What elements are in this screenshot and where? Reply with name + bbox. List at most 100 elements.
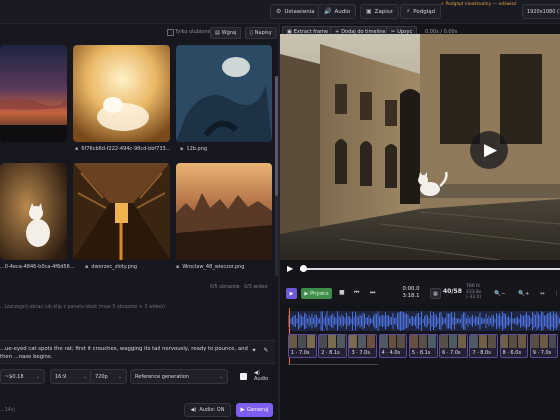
timeline-clip[interactable]: 9 · 7.0s [529, 334, 559, 358]
media-thumb-5[interactable] [73, 163, 170, 260]
audio-on-button[interactable]: ◀) Audio: ON [184, 403, 231, 417]
play-icon: ▶ [483, 140, 498, 160]
skip-forward-icon[interactable]: ⏭ [370, 289, 375, 297]
clip-thumbnail [388, 335, 398, 348]
video-play-button[interactable]: ▶ [470, 131, 508, 169]
image-icon: ▤ [215, 30, 220, 36]
enhance-icon[interactable]: ✦ [249, 345, 259, 355]
preview-button[interactable]: ⚡ Podgląd [400, 4, 442, 19]
footer-left-text: ...34s) [0, 408, 16, 413]
clip-thumbnails [470, 335, 498, 348]
timeline-clip[interactable]: 4 · 4.0s [378, 334, 408, 358]
timeline-clip[interactable]: 6 · 7.0s [439, 334, 468, 358]
timeline-clip[interactable]: 1 · 7.0s [288, 334, 317, 358]
clip-thumbnails [409, 335, 437, 348]
aspect-select[interactable]: 16:9 ⌄ [50, 369, 92, 384]
timecode: 0:00.0 3:18.1 [402, 286, 420, 299]
clip-thumbnail [289, 335, 298, 348]
clip-label: 4 · 4.0s [381, 350, 401, 356]
more-icon[interactable]: ⋮ [554, 288, 560, 299]
clip-thumbnail [379, 335, 389, 348]
image-icon: ▪ [85, 264, 89, 270]
prompt-text[interactable]: ...ue-eyed cat spots the rat; first it c… [0, 345, 250, 361]
clip-thumbnail [440, 335, 450, 348]
media-caption-4: ...0-4eca-4846-b0ca-4f6d56... [0, 264, 75, 270]
audio-checkbox[interactable] [240, 373, 247, 380]
clip-thumbnails [319, 335, 346, 348]
media-thumb-6[interactable] [176, 163, 272, 260]
timeline-clip[interactable]: 5 · 8.1s [408, 334, 438, 358]
mode-select[interactable]: Reference generation ⌄ [130, 369, 228, 384]
upload-button[interactable]: ▤ Wgraj [210, 27, 242, 39]
timeline-play-button[interactable]: ▶ [286, 288, 297, 299]
video-preview[interactable] [280, 34, 560, 260]
chevron-down-icon: ⌄ [82, 373, 87, 380]
clip-thumbnails [379, 335, 407, 348]
audio-toggle-label: ◀) Audio [254, 370, 269, 382]
clip-thumbnail [470, 335, 480, 348]
timeline-clip[interactable]: 7 · 8.0s [469, 334, 499, 358]
reference-hint: ...(zaczęgn) obraz lub klip z panelu obo… [0, 305, 165, 310]
clip-thumbnail [306, 335, 316, 348]
save-button[interactable]: ▣ Zapisz [360, 4, 399, 19]
speaker-icon: ◀) [190, 407, 197, 413]
edit-icon[interactable]: ✎ [261, 345, 271, 355]
timeline-scrollbar[interactable] [288, 364, 378, 365]
timeline-clips: 1 · 7.0s 2 · 8.1s 3 · 7.0s 4 · 4.0s 5 · 8.1s… [288, 334, 560, 358]
clip-thumbnail [548, 335, 558, 348]
clip-thumbnail [457, 335, 467, 348]
clip-thumbnail [479, 335, 489, 348]
clip-thumbnail [397, 335, 407, 348]
seek-bar[interactable] [300, 268, 560, 270]
clip-thumbnail [509, 335, 519, 348]
clip-thumbnail [328, 335, 338, 348]
image-icon: ▪ [75, 146, 79, 152]
price-select[interactable]: ~$0.18 ⌄ [0, 369, 45, 384]
image-icon: ▪ [176, 264, 180, 270]
media-thumb-3[interactable] [176, 45, 272, 142]
clip-thumbnails [349, 335, 377, 348]
physics-toggle[interactable]: ▶ Physics [301, 288, 332, 299]
generate-button[interactable]: ▶ Generuj [236, 403, 273, 417]
media-caption-5: ▪ dworzec_zloty.png [85, 264, 138, 270]
media-thumb-1[interactable] [0, 45, 67, 142]
play-icon[interactable]: ▶ [287, 264, 293, 273]
seek-handle[interactable] [300, 265, 307, 272]
chevron-down-icon: ⌄ [218, 373, 223, 380]
fit-timeline-button[interactable]: ↔ [540, 288, 545, 299]
skip-back-icon[interactable]: ⏮ [354, 289, 359, 297]
clip-thumbnail [539, 335, 549, 348]
play-icon: ▶ [304, 290, 309, 297]
settings-button[interactable]: ⚙ Ustawienia [270, 4, 321, 19]
clip-thumbnail [337, 335, 346, 348]
clip-label: 5 · 8.1s [411, 350, 431, 356]
selection-count: 0/5 obrazów · 0/3 wideo [210, 285, 268, 290]
media-thumb-4[interactable] [0, 163, 67, 260]
media-caption-2: ▪ 6f76cb6d-f222-494c-98cd-bbf733... [75, 146, 171, 152]
play-icon: ▶ [240, 407, 245, 413]
zoom-out-button[interactable]: 🔍− [494, 288, 505, 299]
quality-select[interactable]: 720p ⌄ [90, 369, 127, 384]
clip-thumbnail [488, 335, 498, 348]
clip-thumbnails [500, 335, 528, 348]
audio-waveform[interactable] [288, 311, 560, 331]
timeline-clip[interactable]: 3 · 7.0s [348, 334, 378, 358]
clip-thumbnail [358, 335, 368, 348]
chevron-down-icon: ⌄ [117, 373, 122, 380]
clip-thumbnail [500, 335, 510, 348]
media-thumb-2[interactable] [73, 45, 170, 142]
timeline-clip[interactable]: 2 · 8.1s [318, 334, 347, 358]
frame-step-button[interactable]: ▦ [430, 288, 441, 299]
stop-icon[interactable]: ■ [339, 289, 345, 296]
lightning-icon: ⚡ [406, 8, 411, 15]
zoom-in-button[interactable]: 🔍+ [518, 288, 529, 299]
timeline-clip[interactable]: 8 · 6.0s [499, 334, 529, 358]
resolution-select[interactable]: 1920x1080 (1 [522, 4, 560, 19]
clip-thumbnail [449, 335, 458, 348]
favorites-checkbox[interactable] [167, 29, 174, 36]
clip-thumbnail [530, 335, 540, 348]
clip-thumbnail [349, 335, 359, 348]
clip-thumbnails [440, 335, 467, 348]
captions-button[interactable]: ▯ Napisy [245, 27, 277, 39]
audio-button[interactable]: 🔊 Audio [318, 4, 357, 19]
